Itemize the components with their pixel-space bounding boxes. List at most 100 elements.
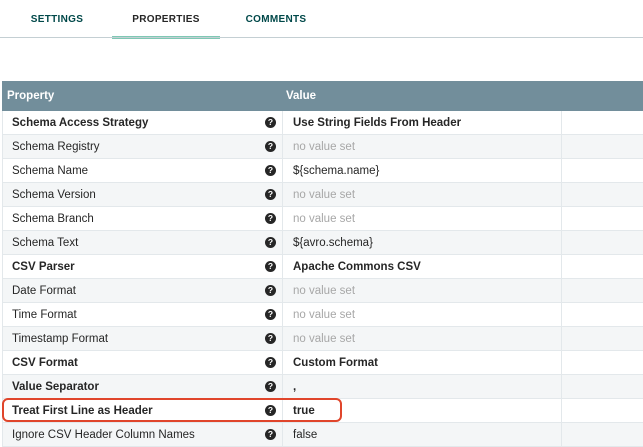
property-value[interactable]: ${avro.schema}	[293, 237, 373, 249]
property-name: Treat First Line as Header	[12, 405, 153, 417]
property-name: Schema Name	[12, 165, 89, 177]
table-row[interactable]: Date Format? no value set	[2, 279, 643, 303]
row-border	[2, 279, 3, 302]
help-icon[interactable]: ?	[265, 165, 276, 176]
table-row[interactable]: CSV Format? Custom Format	[2, 351, 643, 375]
help-icon[interactable]: ?	[265, 141, 276, 152]
row-border	[2, 111, 3, 134]
tab-comments-label: COMMENTS	[245, 14, 307, 25]
help-icon[interactable]: ?	[265, 189, 276, 200]
column-divider	[561, 279, 562, 302]
property-name: CSV Format	[12, 357, 78, 369]
property-value[interactable]: Use String Fields From Header	[293, 117, 461, 129]
table-row[interactable]: Schema Access Strategy? Use String Fields…	[2, 111, 643, 135]
property-value[interactable]: no value set	[293, 141, 355, 153]
header-value[interactable]: Value	[286, 90, 316, 102]
column-divider	[561, 111, 562, 134]
property-value[interactable]: ${schema.name}	[293, 165, 379, 177]
tab-properties-label: PROPERTIES	[132, 14, 200, 25]
column-divider	[282, 207, 283, 230]
row-border	[2, 303, 3, 326]
help-icon[interactable]: ?	[265, 117, 276, 128]
help-icon[interactable]: ?	[265, 405, 276, 416]
column-divider	[561, 351, 562, 374]
property-name: Schema Branch	[12, 213, 94, 225]
tab-properties[interactable]: PROPERTIES	[112, 14, 220, 39]
column-divider	[561, 375, 562, 398]
property-value[interactable]: Apache Commons CSV	[293, 261, 421, 273]
help-icon[interactable]: ?	[265, 429, 276, 440]
property-name: Value Separator	[12, 381, 99, 393]
column-divider	[282, 111, 283, 134]
property-name: Date Format	[12, 285, 76, 297]
column-divider	[561, 207, 562, 230]
table-row[interactable]: Time Format? no value set	[2, 303, 643, 327]
table-row[interactable]: Schema Registry? no value set	[2, 135, 643, 159]
property-name: Schema Version	[12, 189, 96, 201]
tab-settings[interactable]: SETTINGS	[30, 14, 84, 38]
table-row[interactable]: Treat First Line as Header? true	[2, 399, 643, 423]
column-divider	[282, 279, 283, 302]
row-border	[2, 399, 3, 422]
row-border	[2, 423, 3, 446]
help-icon[interactable]: ?	[265, 381, 276, 392]
property-value[interactable]: false	[293, 429, 317, 441]
help-icon[interactable]: ?	[265, 261, 276, 272]
property-value[interactable]: no value set	[293, 189, 355, 201]
column-divider	[282, 159, 283, 182]
row-border	[2, 135, 3, 158]
table-row[interactable]: Schema Version? no value set	[2, 183, 643, 207]
column-divider	[561, 159, 562, 182]
row-border	[2, 255, 3, 278]
header-property[interactable]: Property	[7, 90, 54, 102]
help-icon[interactable]: ?	[265, 333, 276, 344]
table-row[interactable]: Ignore CSV Header Column Names? false	[2, 423, 643, 447]
column-divider	[282, 303, 283, 326]
table-row[interactable]: Schema Text? ${avro.schema}	[2, 231, 643, 255]
help-icon[interactable]: ?	[265, 285, 276, 296]
column-divider	[282, 375, 283, 398]
column-divider	[282, 351, 283, 374]
property-name: CSV Parser	[12, 261, 75, 273]
help-icon[interactable]: ?	[265, 237, 276, 248]
property-value[interactable]: Custom Format	[293, 357, 378, 369]
row-border	[2, 327, 3, 350]
property-value[interactable]: no value set	[293, 285, 355, 297]
property-value[interactable]: no value set	[293, 213, 355, 225]
property-value[interactable]: no value set	[293, 309, 355, 321]
tab-comments[interactable]: COMMENTS	[245, 14, 307, 38]
column-divider	[561, 135, 562, 158]
column-divider	[282, 255, 283, 278]
column-divider	[561, 303, 562, 326]
column-divider	[282, 135, 283, 158]
column-divider	[282, 231, 283, 254]
property-name: Schema Access Strategy	[12, 117, 149, 129]
column-divider	[561, 399, 562, 422]
table-row[interactable]: Schema Branch? no value set	[2, 207, 643, 231]
help-icon[interactable]: ?	[265, 309, 276, 320]
row-border	[2, 159, 3, 182]
property-value[interactable]: no value set	[293, 333, 355, 345]
table-row[interactable]: CSV Parser? Apache Commons CSV	[2, 255, 643, 279]
column-divider	[561, 231, 562, 254]
table-body: Schema Access Strategy? Use String Fields…	[2, 111, 643, 447]
help-icon[interactable]: ?	[265, 357, 276, 368]
column-divider	[282, 423, 283, 446]
property-name: Schema Text	[12, 237, 79, 249]
table-row[interactable]: Timestamp Format? no value set	[2, 327, 643, 351]
row-border	[2, 231, 3, 254]
row-border	[2, 207, 3, 230]
column-divider	[282, 183, 283, 206]
column-divider	[561, 423, 562, 446]
table-row[interactable]: Value Separator?,	[2, 375, 643, 399]
table-row[interactable]: Schema Name? ${schema.name}	[2, 159, 643, 183]
row-border	[2, 375, 3, 398]
property-value[interactable]: ,	[293, 381, 296, 393]
column-divider	[561, 255, 562, 278]
column-divider	[282, 327, 283, 350]
column-divider	[561, 183, 562, 206]
property-value[interactable]: true	[293, 405, 315, 417]
help-icon[interactable]: ?	[265, 213, 276, 224]
property-name: Time Format	[12, 309, 77, 321]
property-name: Schema Registry	[12, 141, 100, 153]
